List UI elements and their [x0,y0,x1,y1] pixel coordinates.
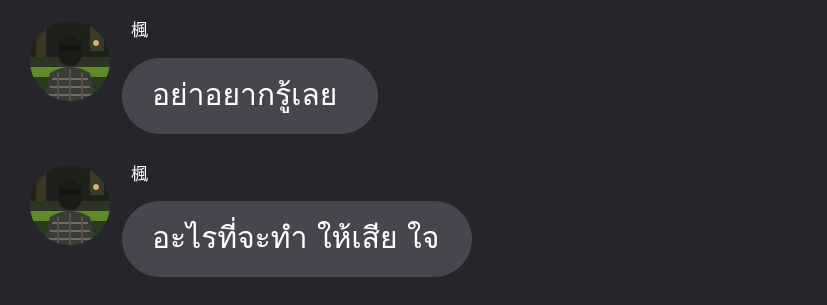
message-group: 楓 อย่าอยากรู้เลย [0,14,827,144]
avatar-photo-icon [30,21,110,101]
avatar-photo-icon [30,165,110,245]
avatar[interactable] [30,165,110,245]
sender-name: 楓 [131,165,148,185]
chat-thread: 楓 อย่าอยากรู้เลย 楓 อะไรที่จะทำ ให้เสีย ใ… [0,0,827,305]
message-bubble[interactable]: อะไรที่จะทำ ให้เสีย ใจ [122,201,472,277]
avatar[interactable] [30,21,110,101]
sender-name: 楓 [131,21,148,41]
message-bubble[interactable]: อย่าอยากรู้เลย [122,58,378,134]
message-group: 楓 อะไรที่จะทำ ให้เสีย ใจ [0,158,827,288]
